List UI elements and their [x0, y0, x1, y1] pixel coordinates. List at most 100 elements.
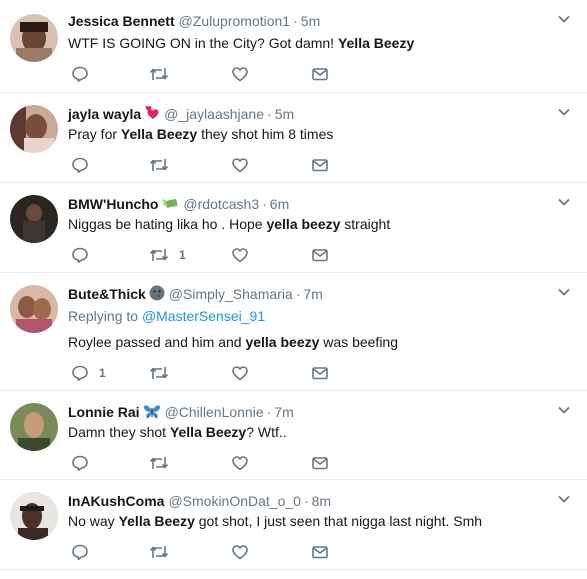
tweet-header: Lonnie Rai @ChillenLonnie · 7m: [68, 404, 294, 420]
direct-message-button[interactable]: [311, 64, 329, 84]
tweet-header: Jessica Bennett @Zulupromotion1 · 5m: [68, 13, 321, 29]
retweet-icon: [149, 159, 169, 171]
heart-icon: [232, 158, 248, 173]
reply-button[interactable]: [71, 245, 99, 265]
heart-icon: [232, 545, 248, 560]
display-name[interactable]: jayla wayla: [68, 106, 141, 122]
reply-button[interactable]: [71, 453, 99, 473]
avatar[interactable]: [10, 195, 58, 243]
tweet-card[interactable]: Jessica Bennett @Zulupromotion1 · 5m WTF IS…: [0, 0, 587, 93]
username[interactable]: @SmokinOnDat_o_0: [168, 493, 301, 509]
chevron-down-icon[interactable]: [557, 403, 571, 417]
tweet-card[interactable]: BMW'Huncho @rdotcash3 · 6m Niggas be hating…: [0, 183, 587, 273]
chevron-down-icon[interactable]: [557, 105, 571, 119]
highlighted-term: Yella Beezy: [120, 126, 198, 142]
like-button[interactable]: [231, 453, 259, 473]
retweet-button[interactable]: 1: [149, 245, 186, 265]
chevron-down-icon[interactable]: [557, 492, 571, 506]
like-button[interactable]: [231, 542, 259, 562]
hearts-emoji-icon: [145, 106, 159, 119]
tweet-header: jayla wayla @_jaylaashjane · 5m: [68, 106, 295, 122]
reply-icon: [72, 544, 88, 560]
reply-count: 1: [99, 366, 106, 380]
reply-button[interactable]: [71, 155, 99, 175]
heart-icon: [232, 67, 248, 82]
retweet-button[interactable]: [149, 363, 179, 383]
timestamp[interactable]: 6m: [270, 196, 289, 212]
tweet-text: Pray for Yella Beezy they shot him 8 tim…: [68, 126, 334, 142]
chevron-down-icon[interactable]: [557, 195, 571, 209]
reply-button[interactable]: [71, 542, 99, 562]
avatar[interactable]: [10, 105, 58, 153]
tweet-header: InAKushComa @SmokinOnDat_o_0 · 8m: [68, 493, 332, 509]
timestamp[interactable]: 7m: [303, 286, 322, 302]
retweet-icon: [149, 546, 169, 558]
avatar[interactable]: [10, 403, 58, 451]
retweet-button[interactable]: [149, 453, 179, 473]
display-name[interactable]: Lonnie Rai: [68, 404, 140, 420]
tweet-card[interactable]: Bute&Thick @Simply_Shamaria · 7m Replying t…: [0, 273, 587, 391]
retweet-icon: [149, 249, 169, 261]
display-name[interactable]: InAKushComa: [68, 493, 164, 509]
like-button[interactable]: [231, 155, 259, 175]
tweet-card[interactable]: InAKushComa @SmokinOnDat_o_0 · 8m No way Ye…: [0, 480, 587, 570]
direct-message-button[interactable]: [311, 453, 329, 473]
retweet-button[interactable]: [149, 542, 179, 562]
avatar[interactable]: [10, 14, 58, 62]
username[interactable]: @ChillenLonnie: [165, 404, 264, 420]
tweet-header: Bute&Thick @Simply_Shamaria · 7m: [68, 285, 323, 302]
retweet-button[interactable]: [149, 155, 179, 175]
timestamp[interactable]: 5m: [275, 106, 294, 122]
like-button[interactable]: [231, 245, 259, 265]
username[interactable]: @_jaylaashjane: [164, 106, 264, 122]
replying-to: Replying to @MasterSensei_91: [68, 308, 266, 324]
highlighted-term: yella beezy: [245, 334, 320, 350]
direct-message-button[interactable]: [311, 155, 329, 175]
direct-message-button[interactable]: [311, 363, 329, 383]
avatar[interactable]: [10, 492, 58, 540]
chevron-down-icon[interactable]: [557, 12, 571, 26]
tweet-card[interactable]: jayla wayla @_jaylaashjane · 5m Pray for Ye…: [0, 93, 587, 183]
reply-icon: [72, 157, 88, 173]
direct-message-button[interactable]: [311, 245, 329, 265]
like-button[interactable]: [231, 363, 259, 383]
replying-to-link[interactable]: @MasterSensei_91: [142, 308, 265, 324]
highlighted-term: Yella Beezy: [169, 424, 247, 440]
display-name[interactable]: Bute&Thick: [68, 286, 146, 302]
butterfly-emoji-icon: [143, 405, 160, 419]
heart-icon: [232, 366, 248, 381]
envelope-icon: [312, 367, 328, 380]
moon-face-emoji-icon: [149, 285, 165, 301]
direct-message-button[interactable]: [311, 542, 329, 562]
retweet-icon: [149, 367, 169, 379]
avatar[interactable]: [10, 285, 58, 333]
tweet-feed: Jessica Bennett @Zulupromotion1 · 5m WTF IS…: [0, 0, 587, 579]
timestamp[interactable]: 8m: [312, 493, 331, 509]
tweet-text: Niggas be hating lika ho . Hope yella be…: [68, 216, 391, 232]
username[interactable]: @rdotcash3: [183, 196, 259, 212]
tweet-actions: [68, 453, 368, 473]
retweet-icon: [149, 68, 169, 80]
tweet-text: Damn they shot Yella Beezy? Wtf..: [68, 424, 287, 440]
tweet-header: BMW'Huncho @rdotcash3 · 6m: [68, 196, 290, 212]
reply-button[interactable]: [71, 64, 99, 84]
chevron-down-icon[interactable]: [557, 285, 571, 299]
highlighted-term: Yella Beezy: [118, 513, 195, 529]
username[interactable]: @Zulupromotion1: [179, 13, 291, 29]
tweet-text: Roylee passed and him and yella beezy wa…: [68, 334, 398, 350]
tweet-card[interactable]: Lonnie Rai @ChillenLonnie · 7m Damn they sh…: [0, 391, 587, 480]
money-wings-emoji-icon: [162, 199, 178, 208]
retweet-icon: [149, 457, 169, 469]
tweet-actions: [68, 542, 368, 562]
highlighted-term: Yella Beezy: [337, 35, 415, 51]
username[interactable]: @Simply_Shamaria: [169, 286, 293, 302]
timestamp[interactable]: 7m: [274, 404, 293, 420]
retweet-button[interactable]: [149, 64, 179, 84]
timestamp[interactable]: 5m: [301, 13, 320, 29]
reply-icon: [72, 455, 88, 471]
display-name[interactable]: Jessica Bennett: [68, 13, 175, 29]
like-button[interactable]: [231, 64, 259, 84]
reply-button[interactable]: 1: [71, 363, 106, 383]
display-name[interactable]: BMW'Huncho: [68, 196, 158, 212]
heart-icon: [232, 248, 248, 263]
